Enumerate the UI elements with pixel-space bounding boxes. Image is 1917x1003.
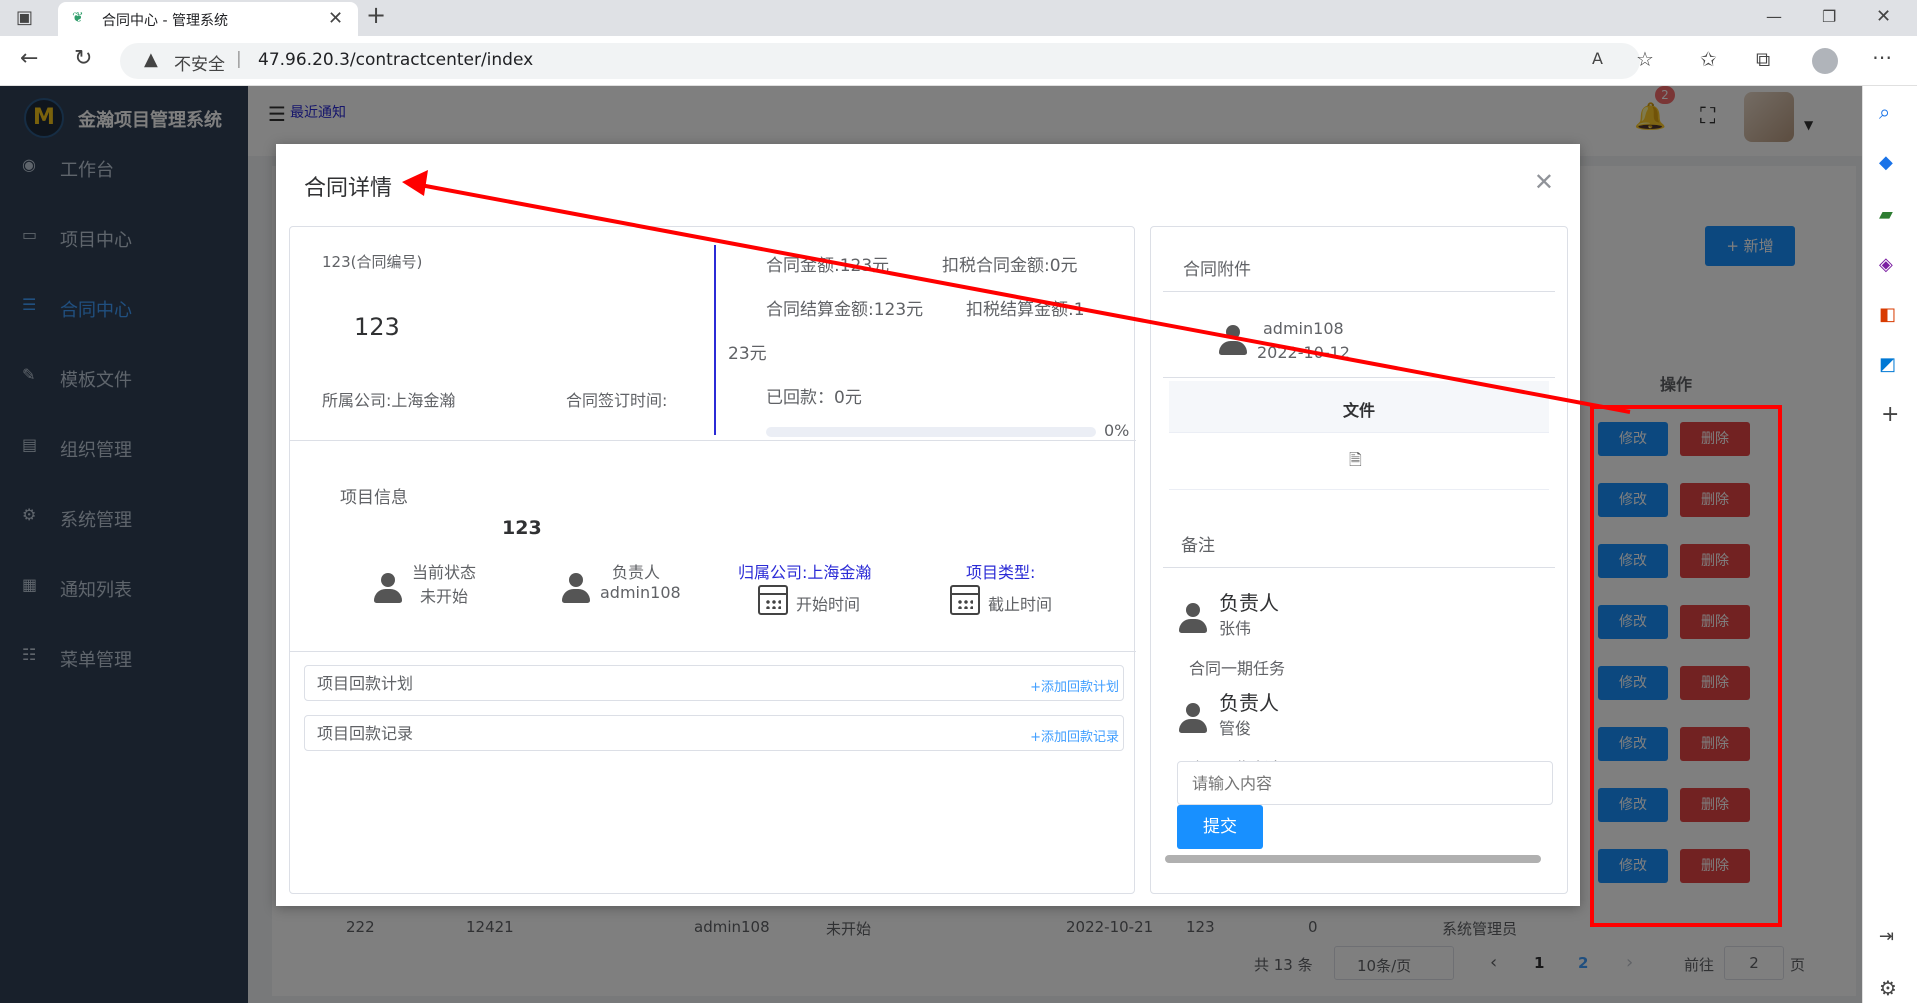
contract-amount: 合同金额:123元 xyxy=(766,256,890,276)
vertical-divider xyxy=(714,245,716,435)
project-name: 123 xyxy=(502,517,542,539)
browser-tab[interactable]: ❦ 合同中心 - 管理系统 ✕ xyxy=(58,2,358,36)
profile-icon[interactable] xyxy=(1812,48,1838,74)
payment-plan-row: 项目回款计划 +添加回款计划 xyxy=(304,665,1124,701)
tax-settle-amount: 扣税结算金额:1 xyxy=(966,300,1085,320)
warning-icon: ▲ xyxy=(144,49,158,70)
favorite-add-icon[interactable]: ☆ xyxy=(1636,48,1654,70)
insecure-label: 不安全 xyxy=(174,55,225,75)
calendar-icon xyxy=(950,585,980,615)
settle-amount: 合同结算金额:123元 xyxy=(766,300,924,320)
shopping-icon[interactable]: ◆ xyxy=(1879,152,1893,173)
payment-record-label: 项目回款记录 xyxy=(317,724,414,743)
current-status: 未开始 xyxy=(420,587,469,606)
remark-name: 张伟 xyxy=(1219,619,1252,638)
remark-input[interactable] xyxy=(1177,761,1553,805)
close-icon[interactable]: ✕ xyxy=(1534,168,1554,196)
submit-button[interactable]: 提交 xyxy=(1177,805,1263,849)
start-time: 开始时间 xyxy=(796,595,861,614)
read-aloud-icon[interactable]: A xyxy=(1592,49,1603,68)
end-time: 截止时间 xyxy=(988,595,1053,614)
dialog-title: 合同详情 xyxy=(304,176,393,201)
contract-detail-dialog: 合同详情 ✕ 123(合同编号) 123 所属公司:上海金瀚 合同签订时间: 合… xyxy=(276,144,1580,906)
current-status-label: 当前状态 xyxy=(412,563,477,582)
tax-amount: 扣税合同金额:0元 xyxy=(942,256,1078,276)
owner-label: 负责人 xyxy=(612,563,661,582)
payment-plan-label: 项目回款计划 xyxy=(317,674,414,693)
reload-icon[interactable]: ↻ xyxy=(74,48,92,70)
add-payment-record-link[interactable]: +添加回款记录 xyxy=(1030,726,1119,745)
remark-name: 管俊 xyxy=(1219,719,1252,738)
divider xyxy=(1163,567,1555,568)
file-header: 文件 xyxy=(1169,381,1549,433)
add-icon[interactable]: + xyxy=(1881,402,1899,427)
payment-record-row: 项目回款记录 +添加回款记录 xyxy=(304,715,1124,751)
outlook-icon[interactable]: ◩ xyxy=(1879,354,1896,375)
attachment-user: admin108 xyxy=(1263,319,1344,338)
add-payment-plan-link[interactable]: +添加回款计划 xyxy=(1030,676,1119,695)
remark-role: 负责人 xyxy=(1219,691,1279,715)
url-separator: | xyxy=(236,49,242,69)
url-text: 47.96.20.3/contractcenter/index xyxy=(258,50,534,70)
received-amount: 已回款：0元 xyxy=(766,388,862,408)
tab-title: 合同中心 - 管理系统 xyxy=(102,13,228,29)
leaf-icon: ❦ xyxy=(72,10,84,26)
calendar-icon xyxy=(758,585,788,615)
divider xyxy=(290,440,1136,441)
company: 所属公司:上海金瀚 xyxy=(322,391,456,410)
progress-track xyxy=(766,427,1096,437)
search-icon[interactable]: ⌕ xyxy=(1879,100,1890,124)
minimize-icon[interactable]: — xyxy=(1766,6,1782,28)
sign-time: 合同签订时间: xyxy=(566,391,668,410)
close-icon[interactable]: ✕ xyxy=(328,8,343,29)
divider xyxy=(1163,377,1555,378)
attachments-label: 合同附件 xyxy=(1183,260,1251,280)
project-info-label: 项目信息 xyxy=(340,488,408,508)
remarks-label: 备注 xyxy=(1181,536,1215,556)
favorites-icon[interactable]: ✩ xyxy=(1700,48,1717,70)
remark-role: 负责人 xyxy=(1219,591,1279,615)
attachment-date: 2022-10-12 xyxy=(1257,343,1350,362)
contract-info-card: 123(合同编号) 123 所属公司:上海金瀚 合同签订时间: 合同金额:123… xyxy=(289,226,1136,894)
collections-icon[interactable]: ⧉ xyxy=(1756,48,1770,70)
tools-icon[interactable]: ▰ xyxy=(1879,204,1893,225)
project-type: 项目类型: xyxy=(966,563,1036,582)
divider xyxy=(290,651,1136,652)
browser-sidebar: ⌕ ◆ ▰ ◈ ◧ ◩ + ⇥ ⚙ xyxy=(1862,86,1917,1003)
horizontal-scrollbar[interactable] xyxy=(1165,855,1541,863)
contract-number: 123 xyxy=(354,313,400,341)
progress-label: 0% xyxy=(1104,421,1130,440)
settings-icon[interactable]: ⚙ xyxy=(1879,976,1897,1000)
sidebar-toggle-icon[interactable]: ▣ xyxy=(16,7,33,29)
divider xyxy=(1163,291,1555,292)
owner: admin108 xyxy=(600,583,681,602)
sidebar-collapse-icon[interactable]: ⇥ xyxy=(1879,926,1894,947)
divider xyxy=(1169,489,1549,490)
browser-tab-bar: ▣ ❦ 合同中心 - 管理系统 ✕ + — ❐ ✕ xyxy=(0,0,1917,36)
more-icon[interactable]: ⋯ xyxy=(1872,46,1892,68)
attachments-card: 合同附件 admin108 2022-10-12 文件 🗎 备注 负责人 张伟 … xyxy=(1150,226,1568,894)
back-icon[interactable]: ← xyxy=(20,48,38,70)
contract-number-label: 123(合同编号) xyxy=(322,253,423,271)
file-icon[interactable]: 🗎 xyxy=(1349,449,1362,476)
file-header-label: 文件 xyxy=(1343,401,1376,420)
url-box[interactable]: ▲ 不安全 | 47.96.20.3/contractcenter/index … xyxy=(120,43,1640,79)
close-window-icon[interactable]: ✕ xyxy=(1876,6,1891,28)
restore-icon[interactable]: ❐ xyxy=(1822,6,1836,28)
games-icon[interactable]: ◈ xyxy=(1879,254,1893,275)
address-bar: ← ↻ ▲ 不安全 | 47.96.20.3/contractcenter/in… xyxy=(0,36,1917,86)
remark-text: 合同一期任务 xyxy=(1189,659,1286,678)
owner-company: 归属公司:上海金瀚 xyxy=(738,563,872,582)
tax-settle-amount-cont: 23元 xyxy=(728,344,767,364)
plus-icon[interactable]: + xyxy=(366,3,386,27)
office-icon[interactable]: ◧ xyxy=(1879,304,1896,325)
